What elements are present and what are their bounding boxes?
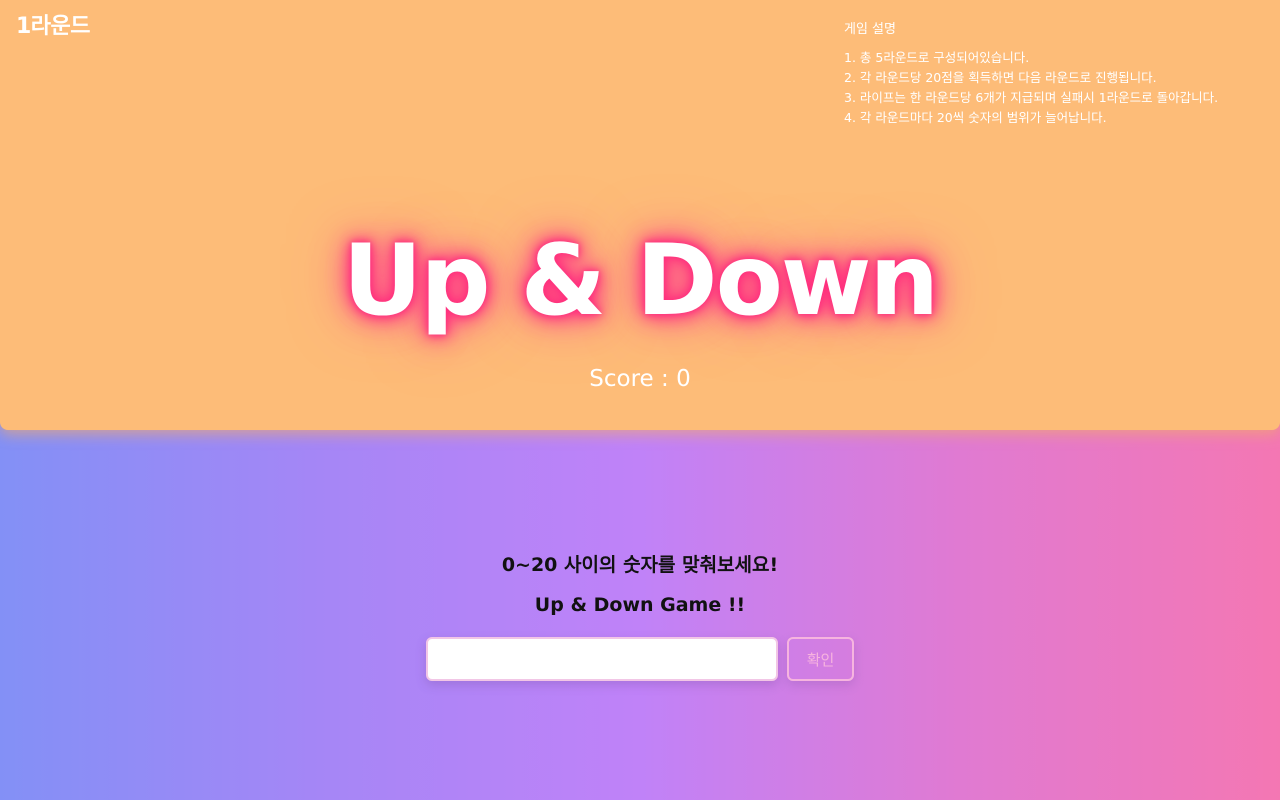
game-rules: 게임 설명 1. 총 5라운드로 구성되어있습니다. 2. 각 라운드당 20점… [844,20,1274,128]
rule-item: 3. 라이프는 한 라운드당 6개가 지급되며 실패시 1라운드로 돌아갑니다. [844,90,1219,105]
top-panel: 1라운드 게임 설명 1. 총 5라운드로 구성되어있습니다. 2. 각 라운드… [0,0,1280,430]
rule-item: 2. 각 라운드당 20점을 획득하면 다음 라운드로 진행됩니다. [844,70,1157,85]
guess-input[interactable] [426,637,778,681]
rules-list: 1. 총 5라운드로 구성되어있습니다. 2. 각 라운드당 20점을 획득하면… [844,48,1274,128]
confirm-button[interactable]: 확인 [787,637,854,681]
rules-title: 게임 설명 [844,22,896,37]
round-label: 1라운드 [16,14,91,39]
rule-item: 4. 각 라운드마다 20씩 숫자의 범위가 늘어납니다. [844,110,1107,125]
rule-item: 1. 총 5라운드로 구성되어있습니다. [844,50,1030,65]
game-subtitle: Up & Down Game !! [534,594,746,616]
guess-prompt: 0~20 사이의 숫자를 맞춰보세요! [501,554,779,576]
game-title: Up & Down [342,224,939,338]
score-display: Score : 0 [589,366,691,392]
